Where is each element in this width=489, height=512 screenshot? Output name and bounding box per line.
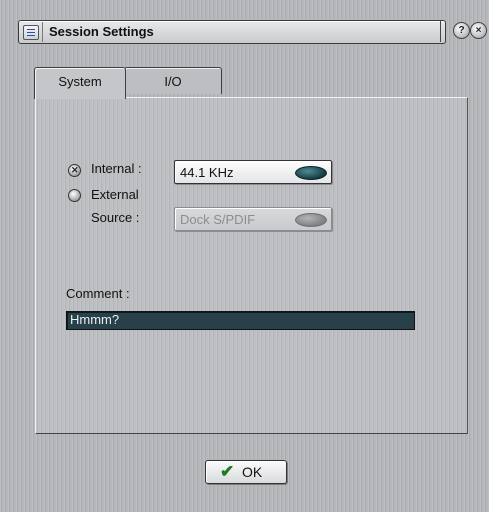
question-icon[interactable]: ? bbox=[453, 22, 470, 39]
checkmark-icon: ✔ bbox=[220, 462, 235, 481]
dropdown-knob-icon bbox=[295, 213, 327, 227]
title-bar[interactable]: Session Settings bbox=[18, 20, 446, 44]
source-label: Source : bbox=[91, 210, 140, 225]
system-tab-panel bbox=[35, 97, 468, 434]
radio-selected-mark: ✕ bbox=[71, 165, 79, 175]
title-separator bbox=[42, 22, 43, 42]
window-title: Session Settings bbox=[49, 24, 154, 39]
window-menu-icon[interactable] bbox=[23, 25, 39, 40]
session-settings-window: Session Settings ? × I/O System ✕ Intern… bbox=[0, 0, 489, 512]
ok-button[interactable]: ✔ OK bbox=[205, 460, 287, 484]
external-radio[interactable] bbox=[68, 189, 81, 202]
tab-io[interactable]: I/O bbox=[124, 67, 222, 94]
external-source-dropdown[interactable]: Dock S/PDIF bbox=[174, 207, 332, 231]
internal-label: Internal : bbox=[91, 161, 142, 176]
external-source-value: Dock S/PDIF bbox=[180, 212, 256, 227]
dropdown-knob-icon bbox=[295, 166, 327, 180]
internal-rate-value: 44.1 KHz bbox=[180, 165, 234, 180]
close-icon[interactable]: × bbox=[470, 22, 487, 39]
ok-label: OK bbox=[242, 464, 263, 480]
tab-system[interactable]: System bbox=[34, 67, 126, 99]
external-label: External bbox=[91, 187, 139, 202]
comment-field[interactable] bbox=[66, 311, 415, 330]
comment-label: Comment : bbox=[66, 286, 130, 301]
internal-rate-dropdown[interactable]: 44.1 KHz bbox=[174, 160, 332, 184]
title-end-cap bbox=[440, 20, 446, 42]
internal-radio[interactable]: ✕ bbox=[68, 164, 81, 177]
comment-input[interactable] bbox=[67, 312, 415, 327]
